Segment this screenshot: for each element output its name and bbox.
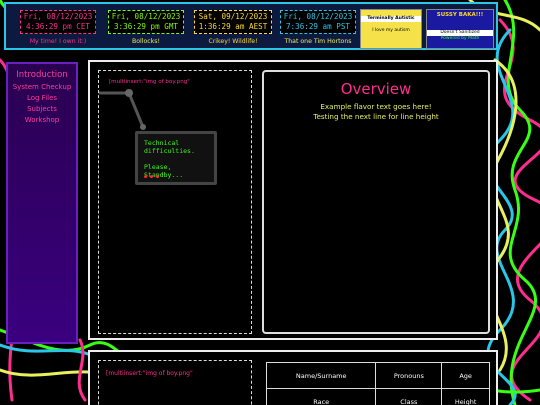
clock-date: Fri, 08/12/2023 [111, 12, 181, 21]
clock-time: 4:36:29 pm CET [25, 22, 90, 31]
sidebar-item-system-checkup[interactable]: System Checkup [8, 83, 76, 91]
table-row: Race Class Height [265, 388, 490, 405]
clock-time: 1:36:29 am AEST [198, 22, 268, 31]
overview-text-line: Example flavor text goes here! [320, 102, 432, 111]
lower-panel: [multiinsert:"img of boy.png" Name/Surna… [88, 350, 498, 405]
clock-date: Fri, 08/12/2023 [283, 12, 353, 21]
clock-caption: That one Tim Hortons [284, 38, 352, 45]
image-placeholder-text: [multiinsert:"img of boy.png" [106, 370, 193, 377]
overview-text-line: Testing the next line for line height [313, 112, 439, 121]
table-cell-class: Class [375, 388, 443, 405]
sidebar-item-workshop[interactable]: Workshop [8, 116, 76, 124]
clock-cet: Fri, 08/12/2023 4:36:29 pm CET [20, 10, 96, 34]
badge-autistic[interactable]: Terminally Autistic I love my autism [360, 9, 422, 49]
sidebar-title[interactable]: Introduction [8, 70, 76, 80]
badge-line: Powered by Math [440, 36, 480, 41]
image-placeholder-box: [multiinsert:"img of boy.png" Technical … [98, 70, 252, 334]
sidebar-item-subjects[interactable]: Subjects [8, 105, 76, 113]
clock-caption: Bollocks! [132, 38, 160, 45]
badge-sussy[interactable]: SUSSY BAKA!!! Doesn't Sanitized Powered … [426, 9, 494, 49]
badge-line: SUSSY BAKA!!! [436, 12, 484, 18]
clock-caption: My time! I own it:) [29, 38, 87, 45]
crt-monitor: Technical difficulties. Please, Standby.… [135, 131, 217, 185]
table-cell-pronouns: Pronouns [375, 362, 443, 389]
main-panel: [multiinsert:"img of boy.png" Technical … [88, 60, 498, 340]
table-cell-age: Age [441, 362, 490, 389]
overview-box: Overview Example flavor text goes here! … [262, 70, 490, 334]
sidebar-item-log-files[interactable]: Log Files [8, 94, 76, 102]
clock-gmt: Fri, 08/12/2023 3:36:29 pm GMT [108, 10, 184, 34]
image-placeholder-text: [multiinsert:"img of boy.png" [109, 79, 190, 85]
clock-aest: Sat, 09/12/2023 1:36:29 am AEST [194, 10, 272, 34]
badge-line: Terminally Autistic [361, 16, 421, 22]
table-cell-race: Race [265, 388, 377, 405]
clock-date: Sat, 09/12/2023 [198, 12, 268, 21]
top-header-bar: Fri, 08/12/2023 4:36:29 pm CET My time! … [4, 2, 498, 50]
badge-line: I love my autism [372, 28, 410, 33]
clock-time: 7:36:29 am PST [285, 22, 350, 31]
clock-date: Fri, 08/12/2023 [23, 12, 93, 21]
profile-table: Name/Surname Pronouns Age Race Class Hei… [265, 362, 490, 405]
image-placeholder-box [98, 360, 252, 405]
clock-pst: Fri, 08/12/2023 7:36:29 am PST [280, 10, 356, 34]
table-cell-height: Height [441, 388, 490, 405]
monitor-screen-text: Technical difficulties. Please, Standby.… [144, 139, 195, 179]
clock-time: 3:36:29 pm GMT [113, 22, 178, 31]
table-cell-name: Name/Surname [265, 362, 377, 389]
table-row: Name/Surname Pronouns Age [265, 362, 490, 389]
overview-title: Overview [340, 80, 412, 98]
monitor-led-icon: ● ● ● [144, 174, 160, 180]
clock-caption: Crikey! Wildlife! [208, 38, 258, 45]
sidebar-nav: Introduction System Checkup Log Files Su… [6, 62, 78, 344]
